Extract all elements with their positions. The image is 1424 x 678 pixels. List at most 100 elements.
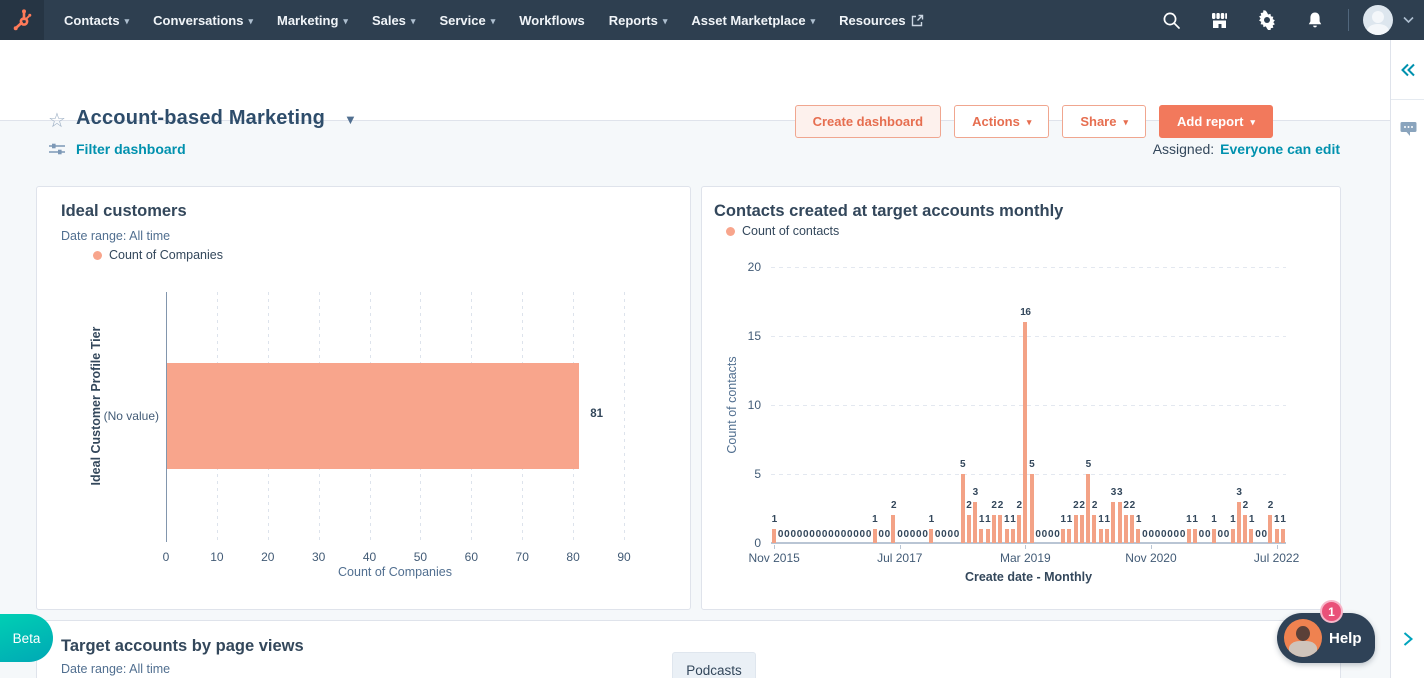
nav-menu: Contacts▾Conversations▾Marketing▾Sales▾S… [52,0,936,40]
chart2-bar[interactable] [1074,515,1078,543]
help-notification-badge: 1 [1320,600,1343,623]
nav-item-label: Marketing [277,13,338,28]
user-avatar[interactable] [1363,5,1393,35]
settings-gear-icon[interactable] [1248,0,1286,40]
nav-item-service[interactable]: Service▾ [427,0,507,40]
chart2-bar[interactable] [979,529,983,543]
chart2-bar[interactable] [1011,529,1015,543]
chart1-x-axis-title: Count of Companies [166,565,624,579]
chart1-x-tick-label: 10 [197,550,237,564]
chart2-y-tick-label: 0 [729,536,761,550]
marketplace-icon[interactable] [1200,0,1238,40]
nav-item-label: Service [439,13,485,28]
chart2-bar[interactable] [1061,529,1065,543]
nav-item-sales[interactable]: Sales ▾ [360,0,428,40]
filter-dashboard-label: Filter dashboard [76,141,186,157]
chart2-bar-value-label: 2 [1083,500,1105,511]
chart2-x-tick-label: Jul 2022 [1242,551,1312,565]
nav-item-label: Workflows [519,13,585,28]
expand-panel-button[interactable] [1391,624,1424,654]
assigned-value-link[interactable]: Everyone can edit [1220,141,1340,157]
beta-badge[interactable]: Beta [0,614,53,662]
nav-item-label: Contacts [64,13,120,28]
filter-bar: Filter dashboard Assigned:Everyone can e… [0,121,1390,181]
chart2-bar[interactable] [1005,529,1009,543]
chart2-y-tick-label: 15 [729,329,761,343]
nav-item-resources[interactable]: Resources [827,0,935,40]
right-sidebar-rail [1390,40,1424,678]
account-menu-caret-icon[interactable] [1403,16,1414,24]
chart1-bar-no-value[interactable] [167,363,579,469]
nav-item-label: Conversations [153,13,243,28]
chart2-bar[interactable] [1275,529,1279,543]
chart1-gridline [624,292,625,542]
chart2-x-axis-title: Create date - Monthly [771,570,1286,584]
ideal-customers-card: Ideal customers Date range: All time Cou… [36,186,691,610]
chart2-gridline [771,405,1286,406]
chart2-bar[interactable] [1105,529,1109,543]
legend-dot-icon [726,227,735,236]
chart2-bar[interactable] [1099,529,1103,543]
nav-item-reports[interactable]: Reports▾ [597,0,680,40]
chart1-legend: Count of Companies [93,248,223,262]
chart1-x-tick-label: 90 [604,550,644,564]
nav-item-conversations[interactable]: Conversations▾ [141,0,265,40]
chart1-category-label: (No value) [59,409,159,423]
chart2-bar-value-label: 2 [882,500,904,511]
chart2-bar-value-label: 3 [1228,487,1250,498]
collapse-panel-button[interactable] [1391,40,1424,100]
comments-button[interactable] [1391,114,1424,144]
podcasts-button[interactable]: Podcasts [672,652,756,678]
nav-item-asset-marketplace[interactable]: Asset Marketplace▾ [679,0,827,40]
nav-item-label: Sales [372,13,406,28]
chart1-x-tick-label: 60 [451,550,491,564]
chart1-bar-value-label: 81 [590,408,603,420]
chart1-date-range: Date range: All time [61,229,170,243]
chart2-bar-value-label: 16 [1014,307,1036,318]
chart2-x-tick-label: Jul 2017 [865,551,935,565]
search-icon[interactable] [1152,0,1190,40]
chevron-down-icon: ▾ [411,16,416,27]
hubspot-dashboard-page: Contacts▾Conversations▾Marketing▾Sales▾S… [0,0,1424,678]
hubspot-logo[interactable] [0,0,44,40]
chevron-down-icon: ▾ [811,16,816,27]
chevron-down-icon: ▾ [125,16,130,27]
chart2-bar-value-label: 2 [1234,500,1256,511]
chart2-legend-label: Count of contacts [742,224,839,238]
chart2-bar[interactable] [1281,529,1285,543]
nav-utilities [1152,0,1424,40]
hubspot-sprocket-icon [9,7,35,33]
chart2-bar-value-label: 5 [1021,459,1043,470]
chart2-legend: Count of contacts [726,224,839,238]
chart2-bar[interactable] [1067,529,1071,543]
top-navigation: Contacts▾Conversations▾Marketing▾Sales▾S… [0,0,1424,40]
chart2-bar-value-label: 5 [952,459,974,470]
chart2-bar[interactable] [1080,515,1084,543]
filter-dashboard-link[interactable]: Filter dashboard [49,141,186,157]
chart1-x-tick-label: 40 [350,550,390,564]
nav-item-contacts[interactable]: Contacts ▾ [52,0,141,40]
chart2-bar[interactable] [1017,515,1021,543]
chart2-bar[interactable] [1231,529,1235,543]
chart1-legend-label: Count of Companies [109,248,223,262]
chart2-bar[interactable] [1023,322,1027,543]
contacts-created-monthly-card: Contacts created at target accounts mont… [701,186,1341,610]
nav-divider [1348,9,1349,31]
chevron-right-icon [1402,631,1414,647]
chart2-bar[interactable] [986,529,990,543]
chart2-bar-value-label: 1 [1127,514,1149,525]
chart2-x-tick-mark [900,545,901,549]
help-label: Help [1329,630,1362,647]
chart2-x-tick-label: Nov 2020 [1116,551,1186,565]
chart1-y-axis-title: Ideal Customer Profile Tier [89,281,103,531]
chart2-x-tick-mark [1277,545,1278,549]
comment-bubble-icon [1400,121,1417,137]
chart2-y-tick-label: 5 [729,467,761,481]
chart2-bar-value-label: 1 [1240,514,1262,525]
help-agent-avatar [1284,619,1322,657]
notifications-bell-icon[interactable] [1296,0,1334,40]
nav-item-workflows[interactable]: Workflows [507,0,597,40]
chart2-bar-value-label: 2 [1259,500,1281,511]
nav-item-marketing[interactable]: Marketing▾ [265,0,360,40]
chart1-x-tick-label: 70 [502,550,542,564]
